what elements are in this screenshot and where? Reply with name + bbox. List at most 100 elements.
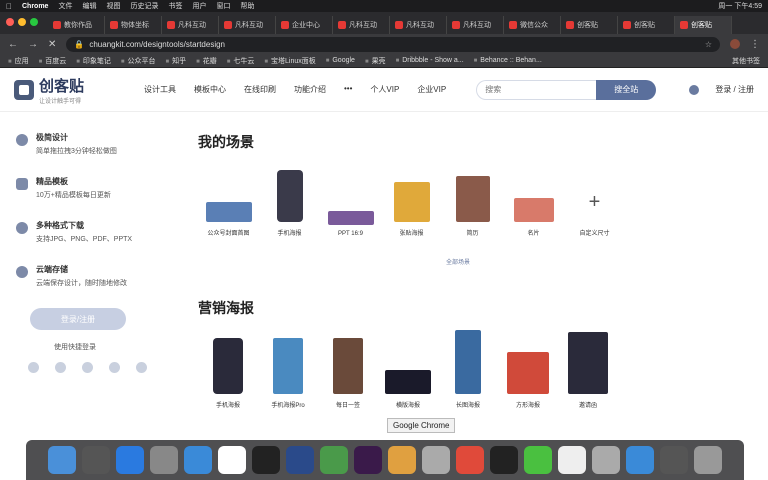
nav-enterprise-vip[interactable]: 企业VIP <box>417 84 446 95</box>
safari-icon[interactable] <box>184 446 212 474</box>
calendar-icon[interactable] <box>218 446 246 474</box>
browser-tab[interactable]: 凡科互动 <box>447 16 504 34</box>
browser-tab[interactable]: 凡科互动 <box>219 16 276 34</box>
bookmark-item[interactable]: Behance :: Behan... <box>474 57 542 64</box>
wechat-icon[interactable] <box>524 446 552 474</box>
scene-card[interactable]: PPT 16:9 <box>320 211 381 237</box>
bookmark-item[interactable]: 宝塔Linux面板 <box>264 56 316 66</box>
bookmark-item[interactable]: 百度云 <box>39 56 66 66</box>
nav-printing[interactable]: 在线印刷 <box>244 84 276 95</box>
scene-card[interactable]: 手机海报 <box>259 170 320 237</box>
trash-icon[interactable] <box>694 446 722 474</box>
bookmark-item[interactable]: Google <box>326 57 355 64</box>
poster-card[interactable]: 手机海报Pro <box>258 338 318 409</box>
browser-tab[interactable]: 凡科互动 <box>162 16 219 34</box>
bookmark-item[interactable]: 公众平台 <box>121 56 156 66</box>
browser-tab[interactable]: 微信公众 <box>504 16 561 34</box>
nav-design-tools[interactable]: 设计工具 <box>144 84 176 95</box>
scene-card[interactable]: 张贴海报 <box>381 182 442 237</box>
login-register-link[interactable]: 登录 / 注册 <box>715 84 754 95</box>
wechat-login-icon[interactable] <box>28 362 39 373</box>
browser-tab[interactable]: 教你作品 <box>48 16 105 34</box>
user-icon[interactable] <box>689 84 700 95</box>
scene-card[interactable]: + 自定义尺寸 <box>564 182 625 238</box>
qq-login-icon[interactable] <box>55 362 66 373</box>
menu-user[interactable]: 用户 <box>192 1 206 11</box>
chat-login-icon[interactable] <box>109 362 120 373</box>
browser-tab[interactable]: 物体坐标 <box>105 16 162 34</box>
bookmark-item[interactable]: 知乎 <box>166 56 186 66</box>
browser-tab[interactable]: 凡科互动 <box>333 16 390 34</box>
bookmark-star-icon[interactable]: ☆ <box>705 40 712 49</box>
launchpad-icon[interactable] <box>82 446 110 474</box>
site-logo[interactable]: 创客贴 让设计触手可得 <box>14 75 144 105</box>
nav-personal-vip[interactable]: 个人VIP <box>370 84 399 95</box>
browser-tab-active[interactable]: 创客贴 <box>675 16 732 34</box>
nav-features[interactable]: 功能介绍 <box>294 84 326 95</box>
sidebar-login-button[interactable]: 登录/注册 <box>30 308 126 330</box>
nav-templates[interactable]: 模板中心 <box>194 84 226 95</box>
other-bookmarks[interactable]: 其他书签 <box>732 56 760 66</box>
bookmark-item[interactable]: Dribbble - Show a... <box>396 57 463 64</box>
browser-tab[interactable]: 凡科互动 <box>390 16 447 34</box>
feature-item: 精品模板 10万+精品模板每日更新 <box>16 176 164 200</box>
menu-window[interactable]: 窗口 <box>216 1 230 11</box>
address-input[interactable]: 🔒 chuangkit.com/designtools/startdesign … <box>66 36 720 52</box>
search-input[interactable] <box>476 79 597 100</box>
other-login-icon[interactable] <box>136 362 147 373</box>
finder-icon[interactable] <box>48 446 76 474</box>
bookmark-item[interactable]: 果壳 <box>365 56 386 66</box>
quicktime-icon[interactable] <box>660 446 688 474</box>
scene-card[interactable]: 公众号封面首图 <box>198 202 259 237</box>
menu-history[interactable]: 历史记录 <box>130 1 158 11</box>
bookmark-item[interactable]: 应用 <box>8 56 29 66</box>
clock[interactable]: 周一 下午4:59 <box>718 1 762 11</box>
poster-card[interactable]: 每日一签 <box>318 338 378 409</box>
appstore-icon[interactable] <box>116 446 144 474</box>
bookmark-item[interactable]: 印象笔记 <box>76 56 111 66</box>
forward-icon[interactable]: → <box>28 39 38 50</box>
notes-icon[interactable] <box>558 446 586 474</box>
app-menu-name[interactable]: Chrome <box>22 3 48 10</box>
browser-tab[interactable]: 创客贴 <box>618 16 675 34</box>
zoom-window-icon[interactable] <box>30 18 38 26</box>
menu-help[interactable]: 帮助 <box>240 1 254 11</box>
chrome-icon[interactable] <box>320 446 348 474</box>
close-window-icon[interactable] <box>6 18 14 26</box>
poster-card[interactable]: 方形海报 <box>498 352 558 409</box>
poster-card[interactable]: 手机海报 <box>198 338 258 409</box>
menu-file[interactable]: 文件 <box>58 1 72 11</box>
premiere-icon[interactable] <box>354 446 382 474</box>
menu-bookmarks[interactable]: 书签 <box>168 1 182 11</box>
bookmark-item[interactable]: 七牛云 <box>227 56 254 66</box>
poster-card[interactable]: 邀请函 <box>558 332 618 409</box>
stop-icon[interactable]: ✕ <box>48 39 56 50</box>
bookmark-item[interactable]: 花瓣 <box>196 56 217 66</box>
preview-icon[interactable] <box>422 446 450 474</box>
keynote-icon[interactable] <box>388 446 416 474</box>
minimize-window-icon[interactable] <box>18 18 26 26</box>
photos-icon[interactable] <box>150 446 178 474</box>
wps-icon[interactable] <box>456 446 484 474</box>
browser-tab[interactable]: 创客贴 <box>561 16 618 34</box>
profile-avatar[interactable] <box>730 39 740 49</box>
gitkraken-icon[interactable] <box>252 446 280 474</box>
poster-card[interactable]: 长图海报 <box>438 330 498 409</box>
scene-card[interactable]: 简历 <box>442 176 503 237</box>
nav-more[interactable]: ••• <box>344 84 352 95</box>
qq-icon[interactable] <box>490 446 518 474</box>
all-scenes-link[interactable]: 全部场景 <box>198 257 718 266</box>
baidu-netdisk-icon[interactable] <box>626 446 654 474</box>
back-icon[interactable]: ← <box>8 39 18 50</box>
weibo-login-icon[interactable] <box>82 362 93 373</box>
search-button[interactable]: 搜全站 <box>596 79 657 100</box>
browser-tab[interactable]: 企业中心 <box>276 16 333 34</box>
poster-card[interactable]: 横版海报 <box>378 370 438 409</box>
menu-edit[interactable]: 编辑 <box>82 1 96 11</box>
sketch-icon[interactable] <box>592 446 620 474</box>
apple-icon[interactable]:  <box>6 2 12 11</box>
scene-card[interactable]: 名片 <box>503 198 564 237</box>
menu-dots-icon[interactable]: ⋮ <box>750 39 760 50</box>
photoshop-icon[interactable] <box>286 446 314 474</box>
menu-view[interactable]: 视图 <box>106 1 120 11</box>
